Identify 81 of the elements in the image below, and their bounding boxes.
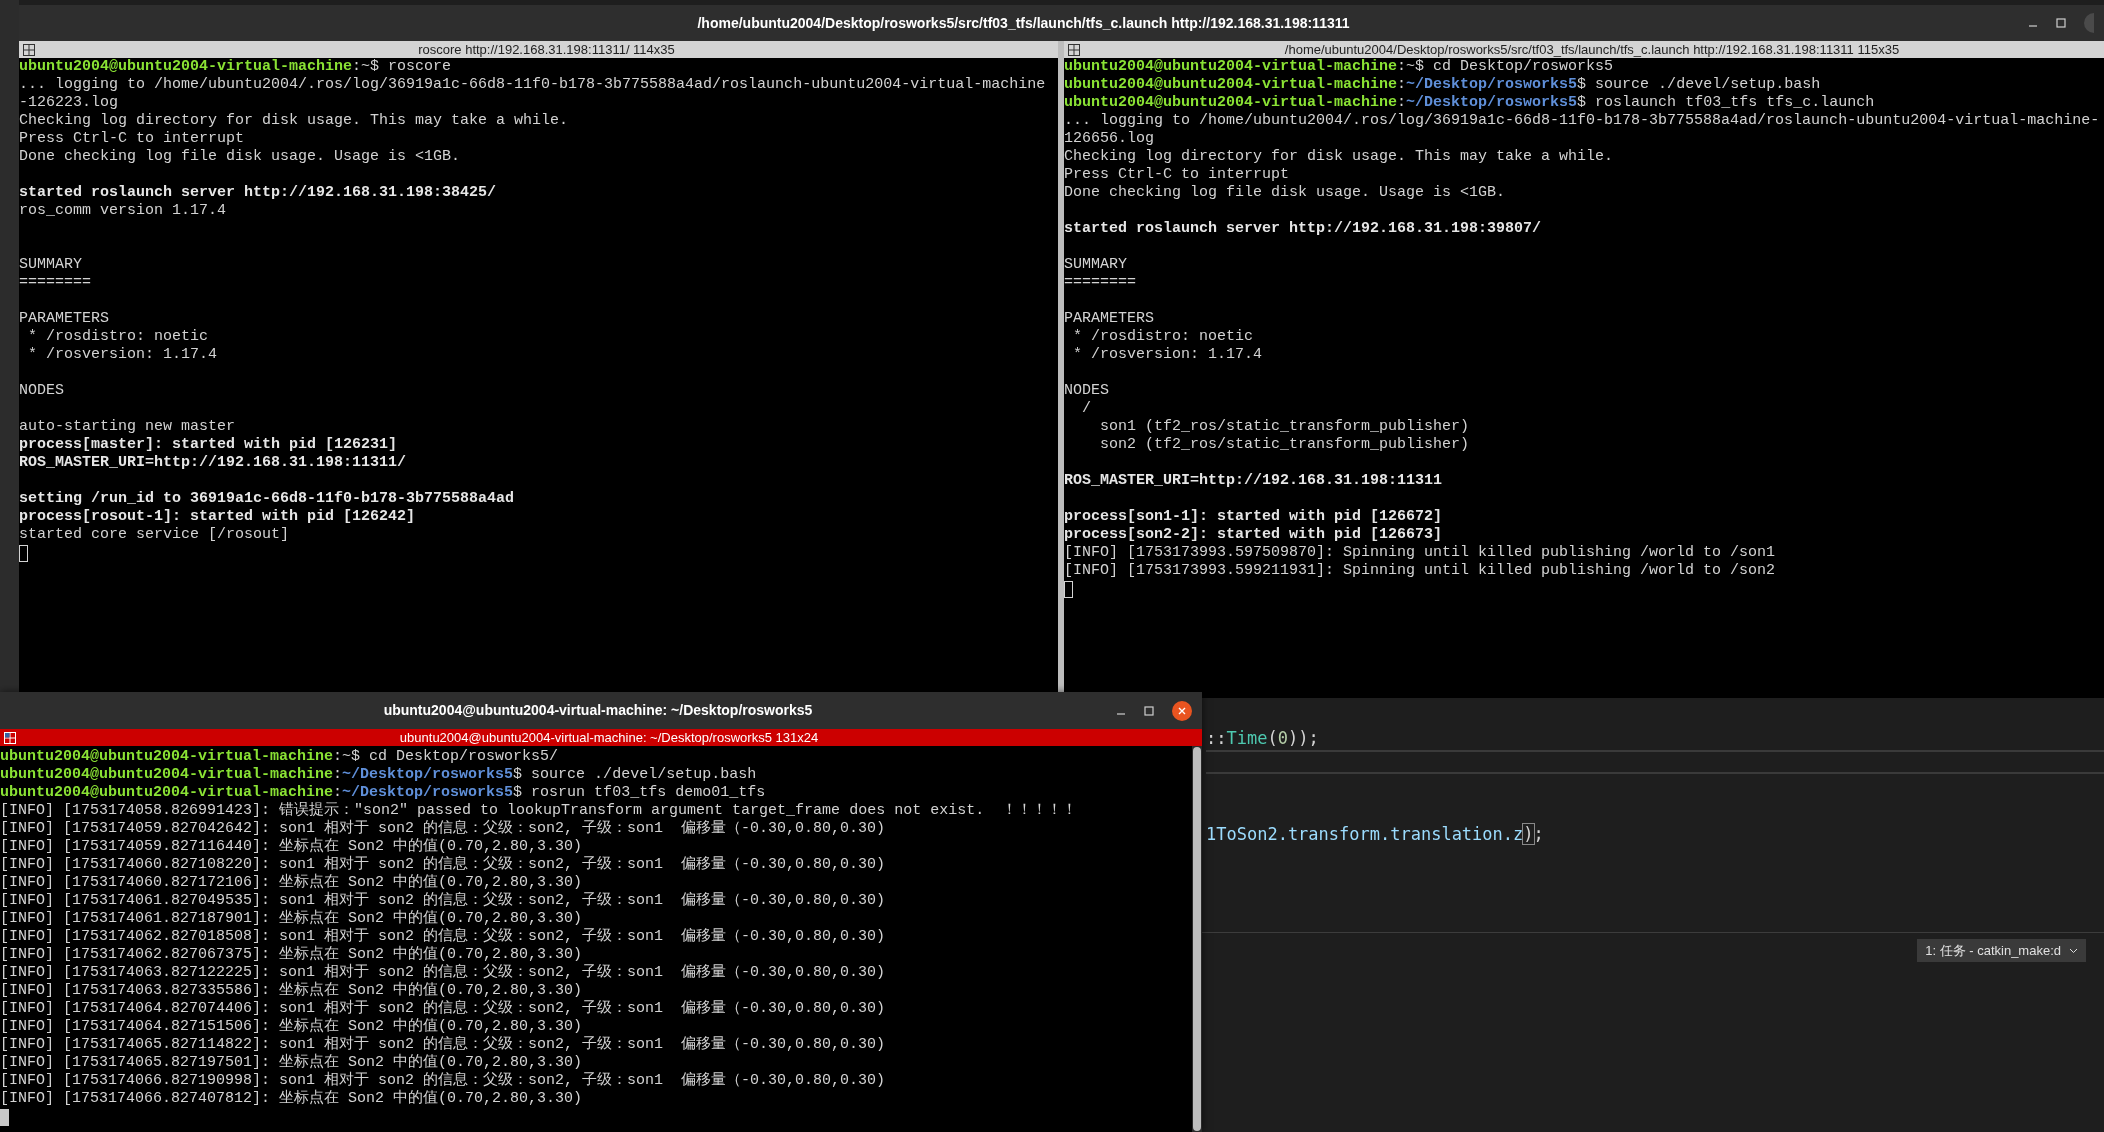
terminal-line: [INFO] [1753174065.827114822]: son1 相对于 son2 的信息：父级：son2, 子级：son1 偏移量（-0.30,0.80,0.30) (0, 1036, 886, 1053)
terminal-line: * /rosversion: 1.17.4 (1072, 346, 1263, 364)
terminal-line: PARAMETERS (1064, 310, 1154, 328)
terminal-line: Done checking log file disk usage. Usage is <1GB. (19, 148, 461, 166)
terminal-line: [INFO] [1753174066.827190998]: son1 相对于 son2 的信息：父级：son2, 子级：son1 偏移量（-0.30,0.80,0.30) (0, 1072, 886, 1089)
maximize-icon[interactable] (1144, 705, 1154, 716)
terminal-line: Checking log directory for disk usage. This may take a while. (19, 112, 569, 130)
terminal-line: ubuntu2004@ubuntu2004-virtual-machine:~/Desktop/rosworks5$ rosrun tf03_tfs demo01_tfs (0, 784, 766, 802)
terminal-line: SUMMARY (1064, 256, 1127, 274)
terminal-line: SUMMARY (19, 256, 82, 274)
terminal-line: ubuntu2004@ubuntu2004-virtual-machine:~/Desktop/rosworks5$ roslaunch tf03_tfs tfs_c.launch (1064, 94, 1875, 112)
terminal-line: ======== (19, 274, 91, 292)
terminal-line: started core service [/rosout] (19, 526, 290, 544)
terminal-line: [INFO] [1753174059.827116440]: 坐标点在 Son2 中的值(0.70,2.80,3.30) (0, 838, 583, 855)
close-icon (1178, 706, 1186, 715)
terminal-line: NODES (19, 382, 64, 400)
terminal-line: son1 (tf2_ros/static_transform_publisher) (1099, 418, 1470, 436)
terminal-line: [INFO] [1753174060.827172106]: 坐标点在 Son2 中的值(0.70,2.80,3.30) (0, 874, 583, 891)
terminal-line: * /rosdistro: noetic (1072, 328, 1254, 346)
terminal-cursor (0, 1109, 9, 1126)
maximize-icon[interactable] (2056, 18, 2066, 28)
terminal-line: * /rosversion: 1.17.4 (27, 346, 218, 364)
pane-title: ubuntu2004@ubuntu2004-virtual-machine: ~/Desktop/rosworks5 131x24 (399, 729, 819, 746)
terminal-line: process[son2-2]: started with pid [126673] (1064, 526, 1443, 544)
terminal-line: Press Ctrl-C to interrupt (19, 130, 245, 148)
terminal-line: [INFO] [1753174062.827018508]: son1 相对于 son2 的信息：父级：son2, 子级：son1 偏移量（-0.30,0.80,0.30) (0, 928, 886, 945)
pane-title: roscore http://192.168.31.198:11311/ 114x35 (418, 41, 675, 58)
code-line: ::Time(0)); (1206, 727, 1319, 750)
terminal-line: [INFO] [1753174064.827151506]: 坐标点在 Son2 中的值(0.70,2.80,3.30) (0, 1018, 583, 1035)
terminal-cursor (1064, 581, 1073, 598)
terminal-line: * /rosdistro: noetic (27, 328, 209, 346)
grid-icon[interactable] (23, 43, 35, 56)
terminal-line: ubuntu2004@ubuntu2004-virtual-machine:~/Desktop/rosworks5$ source ./devel/setup.bash (0, 766, 757, 784)
window-title: /home/ubuntu2004/Desktop/rosworks5/src/tf03_tfs/launch/tfs_c.launch http://192.168.31.198:11311 (697, 13, 1350, 33)
terminal-line: ... logging to /home/ubuntu2004/.ros/log/36919a1c-66d8-11f0-b178-3b775588a4ad/roslaunch-ubuntu2004-virtual-machine- (1064, 112, 2100, 130)
terminal-line: [INFO] [1753174064.827074406]: son1 相对于 son2 的信息：父级：son2, 子级：son1 偏移量（-0.30,0.80,0.30) (0, 1000, 886, 1017)
terminal-line: ubuntu2004@ubuntu2004-virtual-machine:~$ cd Desktop/rosworks5/ (0, 748, 559, 766)
terminal-line: auto-starting new master (19, 418, 236, 436)
terminal-line: son2 (tf2_ros/static_transform_publisher) (1099, 436, 1470, 454)
terminal-line: [INFO] [1753174066.827407812]: 坐标点在 Son2 中的值(0.70,2.80,3.30) (0, 1090, 583, 1108)
terminal-line: ... logging to /home/ubuntu2004/.ros/log/36919a1c-66d8-11f0-b178-3b775588a4ad/roslaunch-ubuntu2004-virtual-machine (19, 76, 1046, 94)
terminal-line: [INFO] [1753174061.827187901]: 坐标点在 Son2 中的值(0.70,2.80,3.30) (0, 910, 583, 927)
terminal-line: ======== (1064, 274, 1136, 292)
terminal-line: [INFO] [1753174059.827042642]: son1 相对于 son2 的信息：父级：son2, 子级：son1 偏移量（-0.30,0.80,0.30) (0, 820, 886, 837)
terminal-line: ubuntu2004@ubuntu2004-virtual-machine:~/Desktop/rosworks5$ source ./devel/setup.bash (1064, 76, 1821, 94)
chevron-down-icon (2069, 947, 2078, 954)
terminal-line: NODES (1064, 382, 1109, 400)
terminal-line: [INFO] [1753174063.827122225]: son1 相对于 son2 的信息：父级：son2, 子级：son1 偏移量（-0.30,0.80,0.30) (0, 964, 886, 981)
terminal-line: started roslaunch server http://192.168.31.198:39807/ (1064, 220, 1542, 238)
window-title: ubuntu2004@ubuntu2004-virtual-machine: ~/Desktop/rosworks5 (383, 701, 813, 720)
terminal-line: process[rosout-1]: started with pid [126242] (19, 508, 416, 526)
terminal-line: [INFO] [1753174065.827197501]: 坐标点在 Son2 中的值(0.70,2.80,3.30) (0, 1054, 583, 1071)
terminal-line: ros_comm version 1.17.4 (19, 202, 227, 220)
terminal-line: [INFO] [1753173993.597509870]: Spinning until killed publishing /world to /son1 (1064, 544, 1776, 562)
terminal-line: Press Ctrl-C to interrupt (1064, 166, 1290, 184)
close-button[interactable] (1172, 700, 1192, 721)
terminal-line: [INFO] [1753174063.827335586]: 坐标点在 Son2 中的值(0.70,2.80,3.30) (0, 982, 583, 999)
terminal-line: ROS_MASTER_URI=http://192.168.31.198:11311 (1064, 472, 1443, 490)
terminal-line: process[master]: started with pid [126231] (19, 436, 398, 454)
terminal-line: PARAMETERS (19, 310, 109, 328)
terminal-line: 126656.log (1064, 130, 1154, 148)
terminal-line: Done checking log file disk usage. Usage is <1GB. (1064, 184, 1506, 202)
terminal-line: ROS_MASTER_URI=http://192.168.31.198:11311/ (19, 454, 407, 472)
terminal-line: [INFO] [1753174062.827067375]: 坐标点在 Son2 中的值(0.70,2.80,3.30) (0, 946, 583, 963)
terminal-cursor (19, 545, 28, 562)
terminal-line: [INFO] [1753174058.826991423]: 错误提示："son2" passed to lookupTransform argument target_frame does not exist. ！！！！！ (0, 802, 1078, 819)
terminal-line: started roslaunch server http://192.168.31.198:38425/ (19, 184, 497, 202)
terminal-line: ubuntu2004@ubuntu2004-virtual-machine:~$ roscore (19, 58, 452, 76)
terminal-line: [INFO] [1753174060.827108220]: son1 相对于 son2 的信息：父级：son2, 子级：son1 偏移量（-0.30,0.80,0.30) (0, 856, 886, 873)
terminal-line: setting /run_id to 36919a1c-66d8-11f0-b178-3b775588a4ad (19, 490, 515, 508)
terminal-line: -126223.log (19, 94, 119, 112)
code-line: 1ToSon2.transform.translation.z); (1206, 823, 1544, 846)
terminal-line: Checking log directory for disk usage. This may take a while. (1064, 148, 1614, 166)
terminal-line: [INFO] [1753173993.599211931]: Spinning until killed publishing /world to /son2 (1064, 562, 1776, 580)
terminal-line: ubuntu2004@ubuntu2004-virtual-machine:~$ cd Desktop/rosworks5 (1064, 58, 1614, 76)
terminal-line: process[son1-1]: started with pid [126672] (1064, 508, 1443, 526)
terminal-line: / (1081, 400, 1091, 418)
terminal-line: [INFO] [1753174061.827049535]: son1 相对于 son2 的信息：父级：son2, 子级：son1 偏移量（-0.30,0.80,0.30) (0, 892, 886, 909)
pane-title: /home/ubuntu2004/Desktop/rosworks5/src/tf03_tfs/launch/tfs_c.launch http://192.168.31.198:11311 115x35 (1284, 41, 1900, 58)
task-dropdown[interactable]: 1: 任务 - catkin_make:d (1917, 939, 2086, 962)
grid-icon[interactable] (1068, 43, 1080, 56)
